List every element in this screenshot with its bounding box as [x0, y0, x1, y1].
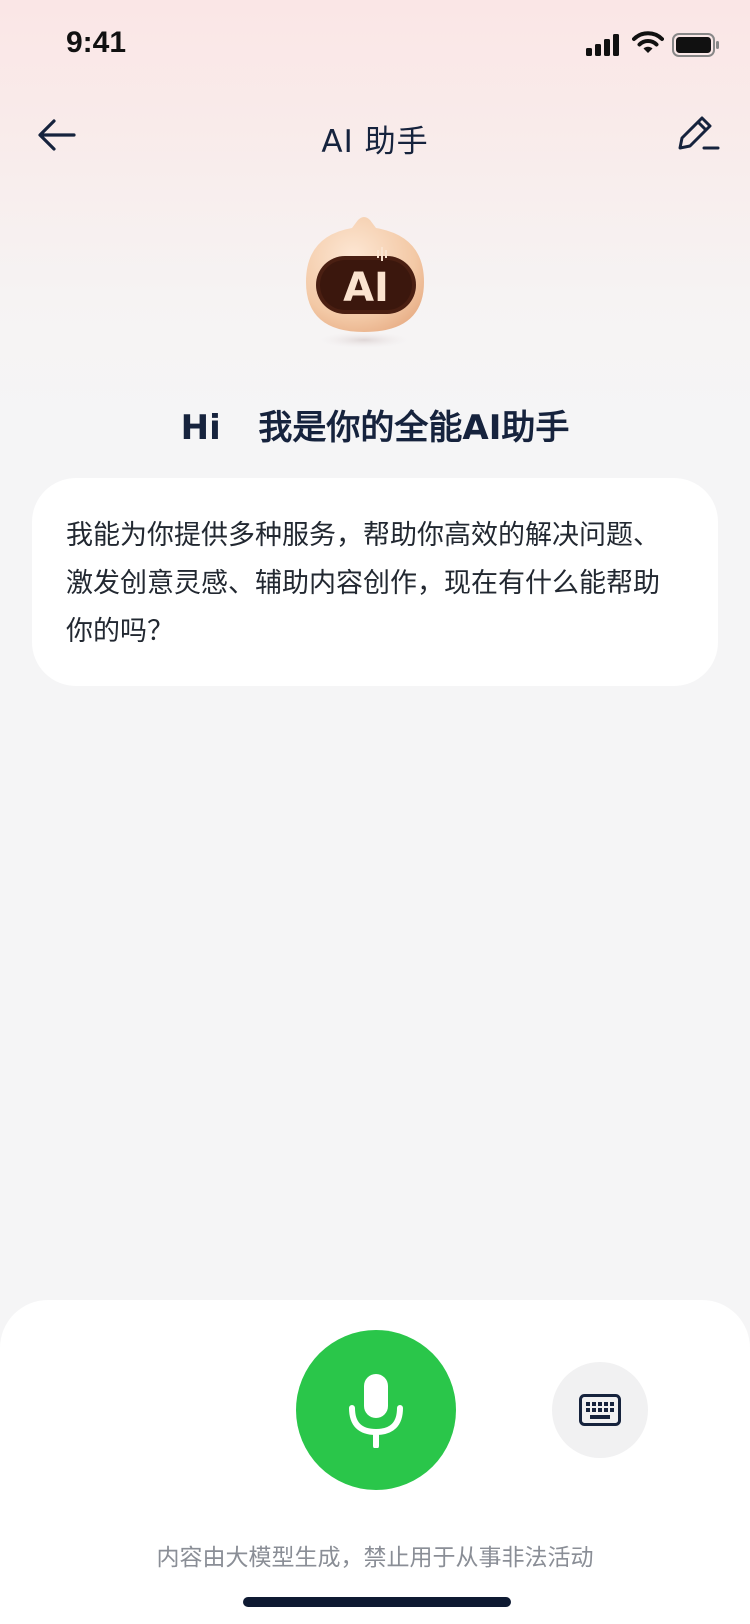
page-title: AI 助手 [321, 124, 429, 160]
status-bar: 9:41 [0, 0, 750, 90]
nav-bar: AI 助手 [0, 100, 750, 170]
microphone-icon [349, 1374, 403, 1448]
input-panel: 内容由大模型生成，禁止用于从事非法活动 [0, 1300, 750, 1624]
greeting-text: 我是你的全能AI助手 [258, 408, 570, 448]
battery-icon [672, 33, 720, 61]
wifi-icon [632, 30, 664, 60]
ai-mascot: AI [298, 216, 434, 350]
signal-icon [586, 34, 622, 60]
greeting-heading: Hi 我是你的全能AI助手 [0, 400, 750, 449]
voice-input-button[interactable] [296, 1330, 456, 1490]
greeting-hi: Hi [180, 408, 221, 448]
keyboard-icon [579, 1394, 621, 1426]
assistant-message-text: 我能为你提供多种服务，帮助你高效的解决问题、激发创意灵感、辅助内容创作，现在有什… [66, 520, 660, 647]
mascot-badge-text: AI [343, 265, 389, 311]
edit-icon [678, 116, 720, 150]
keyboard-input-button[interactable] [552, 1362, 648, 1458]
assistant-message-bubble: 我能为你提供多种服务，帮助你高效的解决问题、激发创意灵感、辅助内容创作，现在有什… [32, 478, 718, 686]
new-chat-button[interactable] [674, 110, 720, 156]
ai-disclaimer: 内容由大模型生成，禁止用于从事非法活动 [156, 1545, 594, 1571]
status-time: 9:41 [66, 26, 127, 59]
home-indicator [243, 1597, 511, 1607]
